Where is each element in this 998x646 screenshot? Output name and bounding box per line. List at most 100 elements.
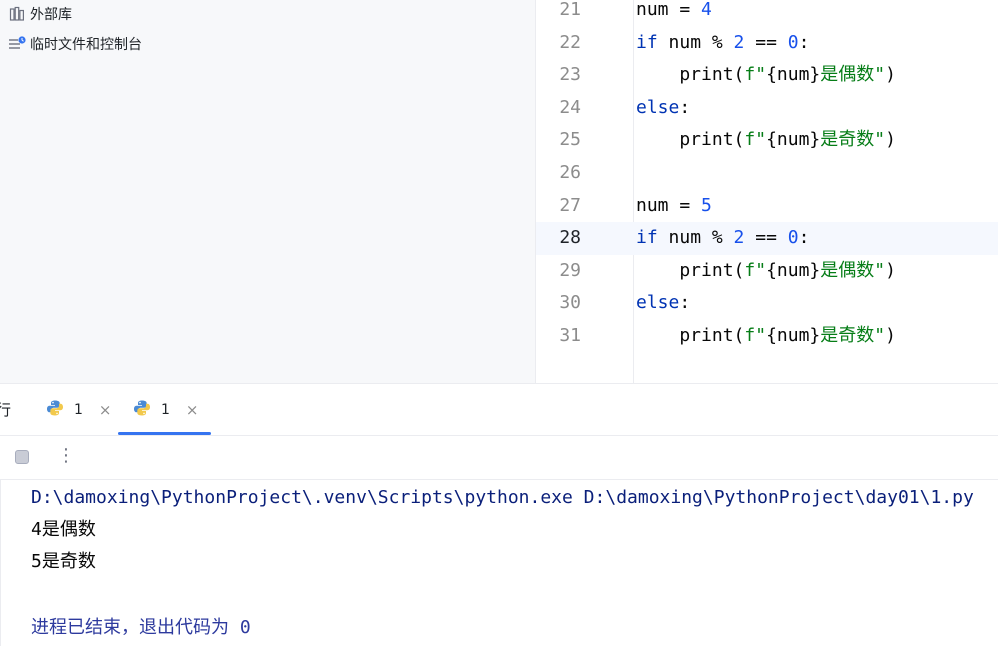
project-item-external-libraries[interactable]: 外部库 [8,2,72,26]
code-token: : [679,292,691,314]
code-line[interactable]: 31 print(f"{num}是奇数") [536,320,998,353]
code-text: print(f"{num}是偶数") [636,255,896,288]
code-token: if [636,227,658,249]
run-tab-bar: 行 1 × 1 × [0,384,998,436]
code-token: num = [636,194,702,216]
code-line[interactable]: 26 [536,157,998,190]
code-token: 2 [733,31,745,53]
code-token: ) [885,259,896,281]
code-token: f" [744,259,767,281]
run-tab-1[interactable]: 1 × [46,384,124,435]
close-icon[interactable]: × [99,401,112,419]
python-icon [46,399,64,421]
line-number: 24 [559,96,581,118]
code-line[interactable]: 29 print(f"{num}是偶数") [536,255,998,288]
code-token: 4 [701,0,712,20]
code-token: == [744,31,788,53]
console-output-line: 4是偶数 [31,519,96,540]
code-token: == [744,227,788,249]
code-token: 是偶数" [820,64,886,86]
code-token: num % [657,227,734,249]
line-number: 28 [559,227,581,249]
code-token: ) [885,64,896,86]
console-command-line: D:\damoxing\PythonProject\.venv\Scripts\… [31,487,974,508]
line-number: 31 [559,324,581,346]
line-number: 25 [559,129,581,151]
code-line[interactable]: 25 print(f"{num}是奇数") [536,124,998,157]
code-line[interactable]: 24 else: [536,92,998,125]
code-line[interactable]: 22 if num % 2 == 0: [536,27,998,60]
scratches-icon [8,35,26,53]
code-token: {num} [766,259,821,281]
console-output[interactable]: D:\damoxing\PythonProject\.venv\Scripts\… [0,480,998,646]
stop-icon[interactable] [15,450,29,464]
code-token: f" [744,64,767,86]
console-exit-message: 进程已结束，退出代码为 0 [31,617,251,638]
code-token: : [679,96,691,118]
code-token: {num} [766,64,821,86]
code-text: print(f"{num}是奇数") [636,320,896,353]
console-output-line: 5是奇数 [31,551,96,572]
run-tab-label: 1 [161,401,170,418]
code-token: 5 [701,194,712,216]
library-icon [8,5,26,23]
run-tab-2[interactable]: 1 × [118,384,211,435]
code-token: print( [636,324,745,346]
code-token: num % [657,31,734,53]
code-line[interactable]: 28 if num % 2 == 0: [536,222,998,255]
code-text: print(f"{num}是奇数") [636,124,896,157]
code-token: : [798,31,810,53]
code-text: if num % 2 == 0: [636,27,809,60]
code-token: else [636,292,680,314]
code-token: f" [744,129,767,151]
line-number: 23 [559,64,581,86]
run-tool-title: 行 [0,401,12,419]
code-line[interactable]: 27 num = 5 [536,190,998,223]
code-token: ) [885,129,896,151]
project-item-label: 外部库 [30,7,72,23]
code-text: num = 5 [636,190,712,223]
code-token: 0 [787,31,799,53]
code-text: print(f"{num}是偶数") [636,59,896,92]
code-token: {num} [766,324,821,346]
project-item-scratches[interactable]: 临时文件和控制台 [8,32,142,56]
code-line[interactable]: 23 print(f"{num}是偶数") [536,59,998,92]
project-panel: 外部库 临时文件和控制台 [0,0,535,384]
code-token: print( [636,259,745,281]
code-token: ) [885,324,896,346]
code-token: {num} [766,129,821,151]
code-token: 是偶数" [820,259,886,281]
code-token: print( [636,64,745,86]
line-number: 26 [559,161,581,183]
code-text: else: [636,92,690,125]
code-token: f" [744,324,767,346]
code-token: 是奇数" [820,129,886,151]
line-number: 27 [559,194,581,216]
code-editor[interactable]: 21 num = 4 22 if num % 2 == 0: 23 print(f"{n… [535,0,998,384]
more-options-icon[interactable]: ⋮ [57,445,75,467]
python-icon [133,399,151,421]
code-token: 是奇数" [820,324,886,346]
code-text: else: [636,287,690,320]
line-number: 22 [559,31,581,53]
code-text: num = 4 [636,0,712,27]
code-token: num = [636,0,702,20]
code-token: 0 [787,227,799,249]
project-item-label: 临时文件和控制台 [30,37,142,53]
run-toolbar: ⋮ [0,436,998,480]
code-token: if [636,31,658,53]
run-tool-window: 行 1 × 1 × ⋮ D:\damoxing\PythonProject\.v… [0,384,998,646]
code-token: 2 [733,227,745,249]
line-number: 29 [559,259,581,281]
close-icon[interactable]: × [186,401,199,419]
code-token: print( [636,129,745,151]
run-tab-label: 1 [74,401,83,418]
line-number: 21 [559,0,581,20]
line-number: 30 [559,292,581,314]
code-token: : [798,227,810,249]
top-area: 外部库 临时文件和控制台 21 num = 4 22 if num % 2 == 0:… [0,0,998,384]
code-token: else [636,96,680,118]
code-line[interactable]: 21 num = 4 [536,0,998,27]
code-lines: 21 num = 4 22 if num % 2 == 0: 23 print(f"{n… [536,0,998,353]
code-line[interactable]: 30 else: [536,287,998,320]
